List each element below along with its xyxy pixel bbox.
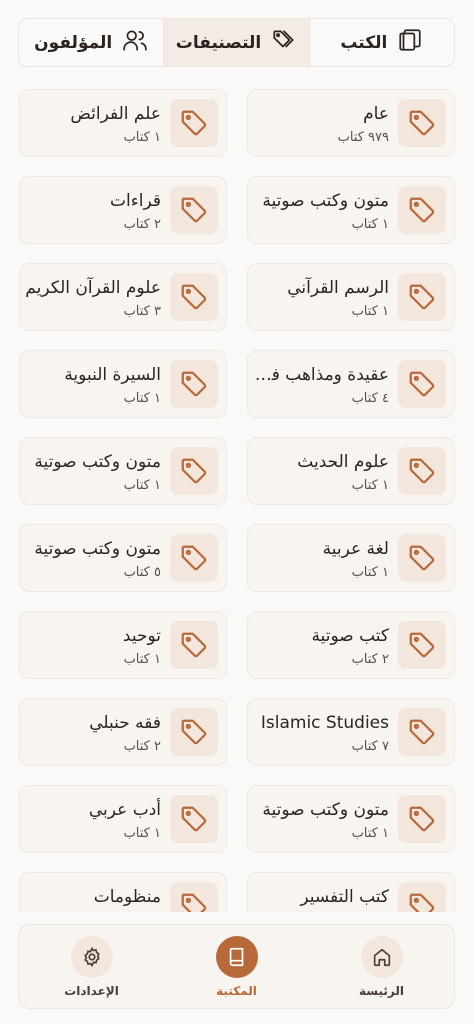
tag-icon [398, 447, 446, 495]
category-title: متون وكتب صوتية [34, 452, 161, 472]
category-title: أدب عربي [88, 800, 161, 820]
tag-icon [170, 186, 218, 234]
tag-icon [170, 99, 218, 147]
category-count: ٣ كتاب [123, 304, 161, 319]
category-card[interactable]: أدب عربي ١ كتاب [19, 785, 227, 853]
nav-settings[interactable]: الإعدادات [19, 935, 164, 998]
category-card[interactable]: علوم الحديث ١ كتاب [247, 437, 455, 505]
category-title: علم الفرائض [70, 104, 161, 124]
tab-books-label: الكتب [340, 32, 388, 53]
category-count: ١ كتاب [351, 826, 389, 841]
category-card[interactable]: علوم القرآن الكريم ٣ كتاب [19, 263, 227, 331]
tab-authors[interactable]: المؤلفون [19, 19, 163, 66]
home-icon [360, 935, 403, 978]
category-card[interactable]: لغة عربية ١ كتاب [247, 524, 455, 592]
tab-authors-label: المؤلفون [34, 32, 113, 53]
tag-icon [398, 534, 446, 582]
category-card[interactable]: كتب التفسير [247, 872, 455, 912]
tag-icon [398, 360, 446, 408]
category-count: ١ كتاب [123, 652, 161, 667]
tag-icon [398, 708, 446, 756]
category-card[interactable]: فقه حنبلي ٢ كتاب [19, 698, 227, 766]
tag-icon [170, 708, 218, 756]
tag-icon [170, 534, 218, 582]
top-tabs: الكتب التصنيفات المؤلفون [18, 18, 455, 67]
tag-icon [398, 795, 446, 843]
tag-icon [170, 621, 218, 669]
tab-categories[interactable]: التصنيفات [163, 19, 309, 66]
tag-icon [170, 360, 218, 408]
category-title: توحيد [122, 626, 161, 646]
category-title: فقه حنبلي [89, 713, 161, 733]
category-title: منظومات [93, 887, 161, 907]
tab-books[interactable]: الكتب [308, 19, 454, 66]
category-count: ٥ كتاب [123, 565, 161, 580]
tags-icon [271, 27, 297, 58]
category-card[interactable]: كتب صوتية ٢ كتاب [247, 611, 455, 679]
category-count: ١ كتاب [351, 217, 389, 232]
category-count: ٢ كتاب [123, 217, 161, 232]
category-count: ١ كتاب [123, 391, 161, 406]
category-title: متون وكتب صوتية [262, 800, 389, 820]
category-card[interactable]: السيرة النبوية ١ كتاب [19, 350, 227, 418]
category-count: ٤ كتاب [351, 391, 389, 406]
category-title: متون وكتب صوتية [34, 539, 161, 559]
category-title: كتب صوتية [311, 626, 389, 646]
category-card[interactable]: عقيدة ومذاهب فكرية ٤ كتاب [247, 350, 455, 418]
category-card[interactable]: Islamic Studies ٧ كتاب [247, 698, 455, 766]
category-card[interactable]: متون وكتب صوتية ١ كتاب [247, 176, 455, 244]
category-card[interactable]: عام ٩٧٩ كتاب [247, 89, 455, 157]
category-title: قراءات [110, 191, 161, 211]
category-count: ١ كتاب [351, 478, 389, 493]
category-card[interactable]: توحيد ١ كتاب [19, 611, 227, 679]
category-count: ٩٧٩ كتاب [337, 130, 389, 145]
category-count: ٢ كتاب [351, 652, 389, 667]
book-icon [215, 935, 258, 978]
category-count: ٢ كتاب [123, 739, 161, 754]
nav-settings-label: الإعدادات [64, 983, 119, 998]
category-count: ٧ كتاب [351, 739, 389, 754]
category-title: لغة عربية [322, 539, 389, 559]
nav-library-label: المكتبة [216, 983, 257, 998]
users-icon [122, 27, 148, 58]
category-card[interactable]: الرسم القرآني ١ كتاب [247, 263, 455, 331]
category-title: عقيدة ومذاهب فكرية [252, 365, 389, 385]
nav-home[interactable]: الرئيسة [309, 935, 454, 998]
category-title: السيرة النبوية [64, 365, 161, 385]
tag-icon [398, 882, 446, 912]
category-count: ١ كتاب [351, 304, 389, 319]
tag-icon [398, 99, 446, 147]
category-title: كتب التفسير [300, 887, 389, 907]
category-card[interactable]: متون وكتب صوتية ١ كتاب [247, 785, 455, 853]
category-title: Islamic Studies [260, 713, 389, 733]
category-count: ١ كتاب [351, 565, 389, 580]
gear-icon [70, 935, 113, 978]
tag-icon [398, 621, 446, 669]
category-title: الرسم القرآني [287, 278, 389, 298]
category-title: متون وكتب صوتية [262, 191, 389, 211]
categories-grid: عام ٩٧٩ كتاب علم الفرائض ١ كتاب متون وكتب صو… [18, 89, 455, 912]
tag-icon [170, 795, 218, 843]
tag-icon [170, 882, 218, 912]
category-title: علوم الحديث [297, 452, 389, 472]
category-title: عام [363, 104, 389, 124]
category-card[interactable]: متون وكتب صوتية ٥ كتاب [19, 524, 227, 592]
bottom-nav: الرئيسة المكتبة الإعدادات [18, 924, 455, 1009]
tag-icon [398, 186, 446, 234]
category-title: علوم القرآن الكريم [25, 278, 161, 298]
nav-home-label: الرئيسة [359, 983, 404, 998]
tag-icon [398, 273, 446, 321]
tab-categories-label: التصنيفات [175, 32, 262, 53]
category-card[interactable]: منظومات [19, 872, 227, 912]
tag-icon [170, 273, 218, 321]
tag-icon [170, 447, 218, 495]
category-count: ١ كتاب [123, 478, 161, 493]
nav-library[interactable]: المكتبة [164, 935, 309, 998]
category-card[interactable]: قراءات ٢ كتاب [19, 176, 227, 244]
category-card[interactable]: متون وكتب صوتية ١ كتاب [19, 437, 227, 505]
books-icon [397, 27, 423, 58]
category-count: ١ كتاب [123, 826, 161, 841]
category-card[interactable]: علم الفرائض ١ كتاب [19, 89, 227, 157]
category-count: ١ كتاب [123, 130, 161, 145]
